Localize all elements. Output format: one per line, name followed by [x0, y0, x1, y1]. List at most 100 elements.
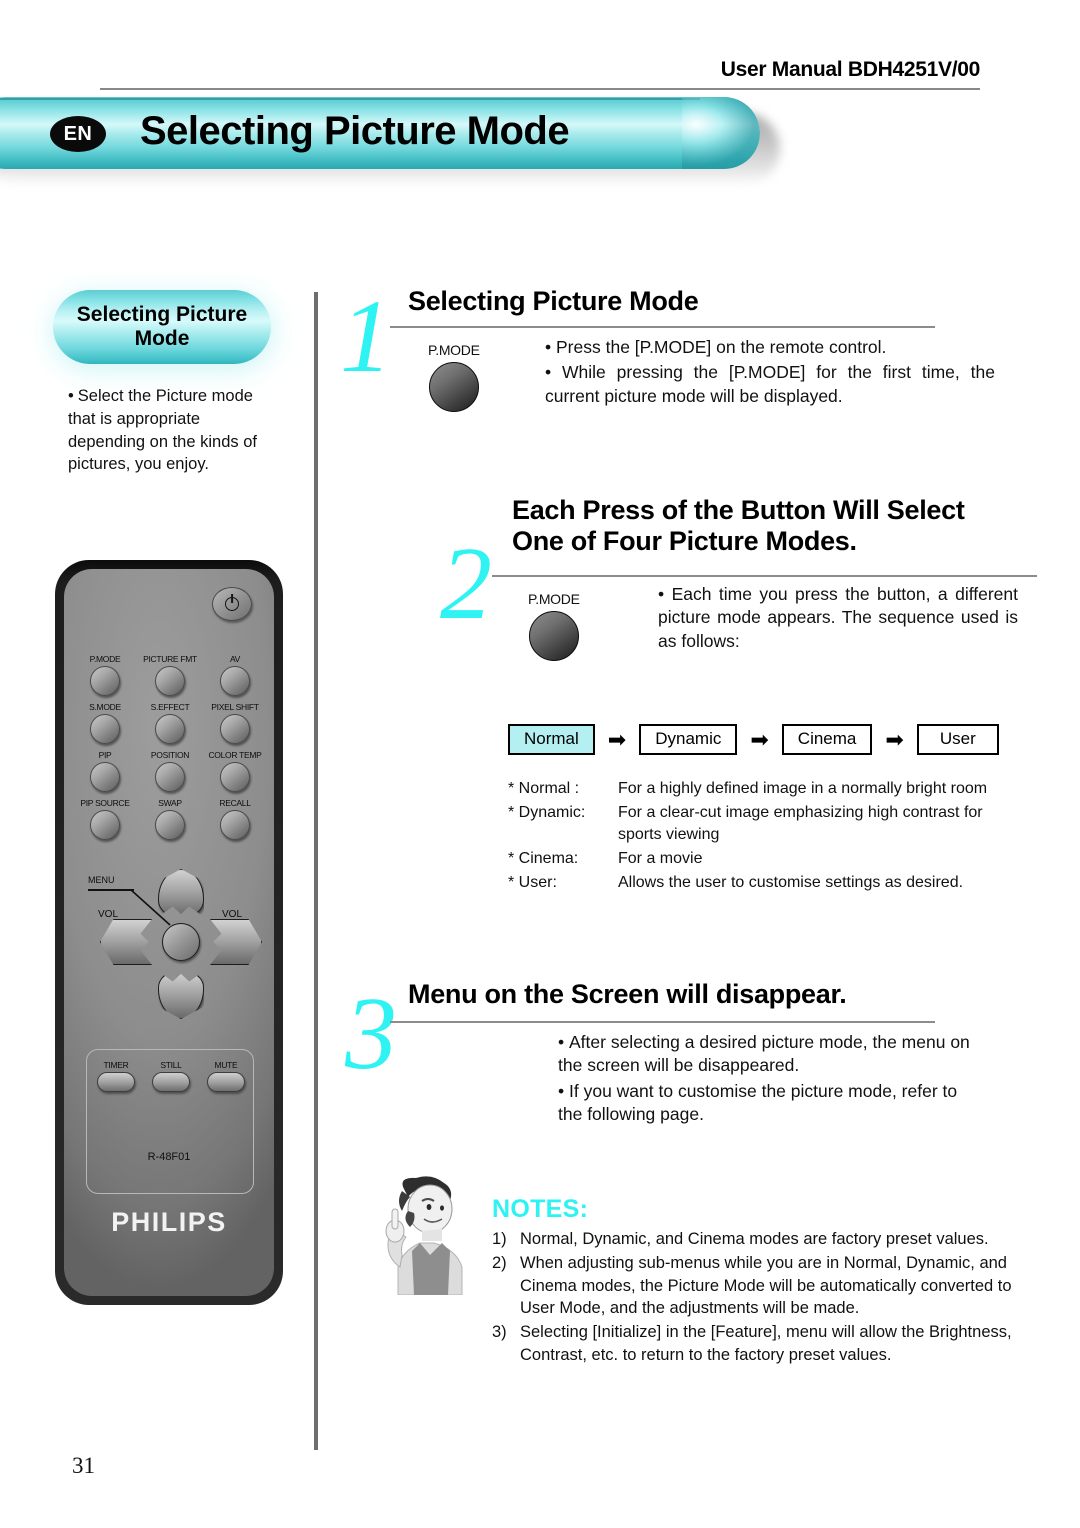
step-2-heading: Each Press of the Button Will Select One…	[512, 495, 1032, 557]
step-3-heading: Menu on the Screen will disappear.	[408, 979, 847, 1009]
bullet-marker: •	[658, 584, 672, 604]
step-1-heading: Selecting Picture Mode	[408, 286, 699, 316]
remote-button-label: AV	[229, 654, 241, 664]
step-2-heading-line1: Each Press of the Button Will Select	[512, 495, 965, 525]
step-2-heading-line2: One of Four Picture Modes.	[512, 526, 857, 556]
page-banner: EN Selecting Picture Mode	[0, 97, 780, 185]
mode-description-row: * Cinema: For a movie	[508, 848, 1008, 871]
sidebar-pill-line2: Mode	[134, 327, 190, 350]
remote-button-key[interactable]	[155, 714, 185, 744]
remote-button-row: S.MODE S.EFFECT PIXEL SHIFT	[74, 702, 266, 744]
remote-button-key[interactable]	[90, 810, 120, 840]
remote-button-seffect[interactable]: S.EFFECT	[139, 702, 201, 744]
remote-button-key[interactable]	[90, 762, 120, 792]
sequence-item-cinema[interactable]: Cinema	[781, 724, 873, 755]
bullet-marker: •	[545, 362, 563, 383]
notes-list: 1) Normal, Dynamic, and Cinema modes are…	[492, 1228, 1037, 1368]
note-number: 1)	[492, 1230, 507, 1248]
remote-button-label: PIP	[98, 750, 112, 760]
pmode-button-label: P.MODE	[528, 591, 580, 607]
dpad-down-button[interactable]	[158, 971, 204, 1019]
remote-button-key[interactable]	[220, 762, 250, 792]
remote-button-swap[interactable]: SWAP	[139, 798, 201, 840]
remote-button-pmode[interactable]: P.MODE	[74, 654, 136, 696]
remote-button-av[interactable]: AV	[204, 654, 266, 696]
remote-button-key[interactable]	[97, 1072, 135, 1092]
mode-name: * Dynamic:	[508, 803, 586, 821]
sequence-item-normal[interactable]: Normal	[508, 724, 595, 755]
remote-button-key[interactable]	[152, 1072, 190, 1092]
remote-button-row: PIP SOURCE SWAP RECALL	[74, 798, 266, 840]
remote-button-key[interactable]	[155, 810, 185, 840]
step-3-rule	[390, 1021, 935, 1023]
remote-button-smode[interactable]: S.MODE	[74, 702, 136, 744]
notes-title: NOTES:	[492, 1195, 589, 1223]
pmode-button-key[interactable]	[528, 611, 579, 661]
mode-name: * Normal :	[508, 780, 580, 797]
remote-button-timer[interactable]: TIMER	[93, 1060, 139, 1092]
step-2-bullet-text: Each time you press the button, a differ…	[658, 584, 1018, 651]
remote-button-recall[interactable]: RECALL	[204, 798, 266, 840]
mode-description-row: * User: Allows the user to customise set…	[508, 872, 1008, 895]
note-item: 2) When adjusting sub-menus while you ar…	[492, 1252, 1037, 1320]
sequence-arrow-icon: ➡	[885, 726, 904, 752]
column-divider	[314, 292, 318, 1450]
remote-button-still[interactable]: STILL	[148, 1060, 194, 1092]
step-2-pmode-button[interactable]: P.MODE	[528, 591, 580, 661]
remote-button-mute[interactable]: MUTE	[203, 1060, 249, 1092]
dpad	[100, 869, 262, 1019]
step-2-body: • Each time you press the button, a diff…	[658, 583, 1018, 653]
power-button[interactable]	[212, 587, 252, 621]
step-1-pmode-button[interactable]: P.MODE	[428, 342, 480, 412]
step-3-body: • After selecting a desired picture mode…	[558, 1031, 978, 1126]
note-item: 3) Selecting [Initialize] in the [Featur…	[492, 1321, 1037, 1367]
remote-button-label: P.MODE	[89, 654, 121, 664]
bullet-marker: •	[545, 337, 556, 357]
dpad-right-vol-up-button[interactable]	[210, 919, 262, 965]
step-1-body: • Press the [P.MODE] on the remote contr…	[545, 336, 995, 408]
menu-button[interactable]	[162, 923, 200, 961]
remote-button-label: PICTURE FMT	[143, 654, 197, 664]
remote-button-label: STILL	[160, 1060, 182, 1070]
mode-text: Allows the user to customise settings as…	[618, 873, 964, 891]
sidebar-description-text: Select the Picture mode that is appropri…	[68, 387, 257, 474]
pmode-button-key[interactable]	[428, 362, 479, 412]
remote-bottom-panel: TIMER STILL MUTE	[86, 1049, 254, 1194]
sequence-item-user[interactable]: User	[916, 724, 999, 755]
remote-button-key[interactable]	[155, 762, 185, 792]
step-1-bullet-text: While pressing the [P.MODE] for the firs…	[545, 362, 995, 406]
remote-control-illustration: P.MODE PICTURE FMT AV S.MODE S.EFFECT PI…	[55, 560, 283, 1305]
pmode-button-label: P.MODE	[428, 342, 480, 358]
power-icon	[225, 597, 239, 611]
dpad-up-button[interactable]	[158, 869, 204, 917]
remote-button-position[interactable]: POSITION	[139, 750, 201, 792]
remote-button-key[interactable]	[90, 666, 120, 696]
picture-mode-sequence: Normal ➡ Dynamic ➡ Cinema ➡ User	[508, 724, 999, 755]
remote-button-label: RECALL	[219, 798, 251, 808]
remote-button-label: S.EFFECT	[150, 702, 190, 712]
step-3-bullet: • If you want to customise the picture m…	[558, 1080, 978, 1127]
remote-button-label: PIXEL SHIFT	[211, 702, 259, 712]
remote-button-key[interactable]	[207, 1072, 245, 1092]
remote-button-key[interactable]	[220, 666, 250, 696]
step-3-bullet: • After selecting a desired picture mode…	[558, 1031, 978, 1078]
note-text: Normal, Dynamic, and Cinema modes are fa…	[520, 1230, 989, 1248]
dpad-left-vol-down-button[interactable]	[100, 919, 152, 965]
remote-button-pip-source[interactable]: PIP SOURCE	[74, 798, 136, 840]
mode-name: * Cinema:	[508, 850, 579, 868]
remote-button-picture-fmt[interactable]: PICTURE FMT	[139, 654, 201, 696]
remote-button-color-temp[interactable]: COLOR TEMP	[204, 750, 266, 792]
note-number: 3)	[492, 1323, 507, 1342]
remote-button-pip[interactable]: PIP	[74, 750, 136, 792]
remote-button-key[interactable]	[90, 714, 120, 744]
remote-button-key[interactable]	[220, 810, 250, 840]
banner-highlight-line	[0, 98, 700, 100]
bullet-marker: •	[558, 1080, 569, 1101]
remote-body: P.MODE PICTURE FMT AV S.MODE S.EFFECT PI…	[64, 569, 274, 1296]
sequence-item-dynamic[interactable]: Dynamic	[639, 724, 738, 755]
step-1-bullet: • Press the [P.MODE] on the remote contr…	[545, 336, 995, 359]
remote-button-key[interactable]	[220, 714, 250, 744]
note-text: When adjusting sub-menus while you are i…	[520, 1253, 1012, 1318]
remote-button-key[interactable]	[155, 666, 185, 696]
remote-button-pixel-shift[interactable]: PIXEL SHIFT	[204, 702, 266, 744]
